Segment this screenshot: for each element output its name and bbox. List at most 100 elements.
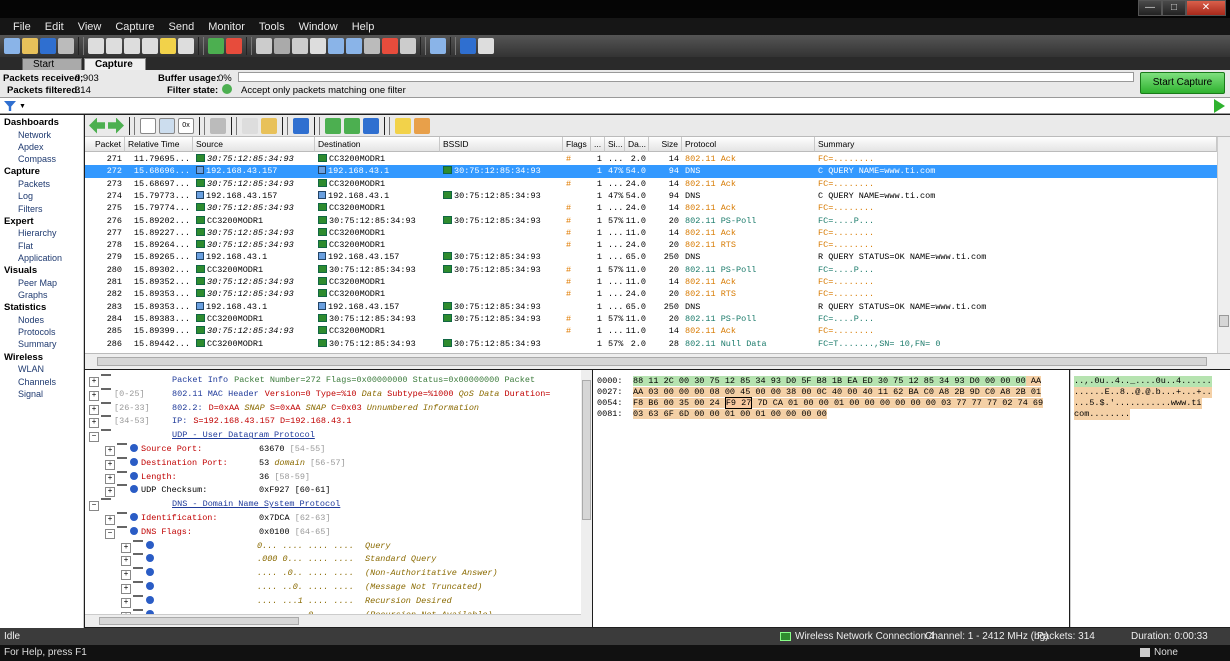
wrench-icon[interactable] bbox=[274, 38, 290, 54]
column-header-6[interactable]: ... bbox=[591, 137, 605, 152]
decode-line[interactable]: + .... ...1 .... .... Recursion Desired bbox=[89, 594, 452, 608]
decode-line[interactable]: − UDP - User Datagram Protocol bbox=[89, 429, 315, 443]
decode-line[interactable]: + Length: 36 [58-59] bbox=[89, 470, 310, 484]
expand-icon[interactable]: + bbox=[89, 404, 99, 415]
collapse-icon[interactable]: − bbox=[89, 432, 99, 443]
expand-icon[interactable]: + bbox=[89, 377, 99, 387]
decode-view-icon[interactable] bbox=[159, 117, 175, 134]
decode-line[interactable]: +0... .... .... .... Query bbox=[89, 539, 391, 553]
options-icon[interactable] bbox=[400, 38, 416, 54]
column-header-4[interactable]: BSSID bbox=[440, 137, 563, 152]
nav-item-flat[interactable]: Flat bbox=[18, 241, 33, 251]
decode-horizontal-scrollbar[interactable] bbox=[85, 614, 581, 627]
table-row[interactable]: 277 15.89227... 30:75:12:85:34:93 CC3200MOD… bbox=[85, 227, 1217, 239]
wireless-icon[interactable] bbox=[382, 38, 398, 54]
table-row[interactable]: 272 15.68696... 192.168.43.157 192.168.43.1… bbox=[85, 165, 1217, 178]
collapse-icon[interactable]: − bbox=[89, 501, 99, 512]
print-icon[interactable] bbox=[58, 38, 74, 54]
minimize-icon[interactable]: — bbox=[1138, 0, 1162, 16]
hex-line[interactable]: 0081: 03 63 6F 6D 00 00 01 00 01 00 00 00… bbox=[597, 409, 827, 420]
tab-start-page[interactable]: Start Page bbox=[22, 58, 82, 81]
network-icon[interactable] bbox=[208, 38, 224, 54]
column-header-2[interactable]: Source bbox=[193, 137, 315, 152]
decode-line[interactable]: − DNS - Domain Name System Protocol bbox=[89, 498, 340, 512]
folder-icon[interactable] bbox=[22, 38, 38, 54]
layout-icon[interactable] bbox=[430, 38, 446, 54]
expand-icon[interactable]: + bbox=[121, 542, 131, 553]
menu-monitor[interactable]: Monitor bbox=[201, 21, 252, 33]
expand-icon[interactable]: + bbox=[121, 597, 131, 608]
table-row[interactable]: 283 15.89353... 192.168.43.1 192.168.43.157… bbox=[85, 301, 1217, 313]
filter-icon[interactable] bbox=[142, 38, 158, 54]
context-help-icon[interactable] bbox=[478, 38, 494, 54]
decode-line[interactable]: + UDP Checksum: 0xF927 [60-61] bbox=[89, 484, 330, 498]
column-header-3[interactable]: Destination bbox=[315, 137, 440, 152]
column-header-1[interactable]: Relative Time bbox=[125, 137, 193, 152]
hex-line[interactable]: 0054: F8 B6 00 35 00 24 F9 27 7D CA 01 00… bbox=[597, 397, 1044, 409]
nav-item-channels[interactable]: Channels bbox=[18, 377, 56, 387]
table-row[interactable]: 280 15.89302... CC3200MODR1 30:75:12:85:34:… bbox=[85, 264, 1217, 276]
nav-item-log[interactable]: Log bbox=[18, 191, 33, 201]
open-icon[interactable] bbox=[4, 38, 20, 54]
packet-list-vertical-scrollbar[interactable] bbox=[1217, 137, 1230, 353]
nav-item-summary[interactable]: Summary bbox=[18, 339, 57, 349]
table-row[interactable]: 274 15.79773... 192.168.43.157 192.168.43.1… bbox=[85, 190, 1217, 202]
scroll-thumb[interactable] bbox=[1219, 315, 1229, 327]
expand-icon[interactable]: + bbox=[105, 446, 115, 456]
log-icon[interactable] bbox=[124, 38, 140, 54]
ascii-line[interactable]: ...5.$.'...........www.ti bbox=[1074, 398, 1202, 409]
nav-item-wlan[interactable]: WLAN bbox=[18, 364, 44, 374]
table-row[interactable]: 279 15.89265... 192.168.43.1 192.168.43.157… bbox=[85, 251, 1217, 263]
decode-line[interactable]: + .... .0.. .... .... (Non-Authoritative A… bbox=[89, 567, 498, 581]
hex-view-icon[interactable]: 0x bbox=[178, 117, 194, 134]
menu-edit[interactable]: Edit bbox=[38, 21, 71, 33]
table-row[interactable]: 282 15.89353... 30:75:12:85:34:93 CC3200MOD… bbox=[85, 288, 1217, 300]
capture-icon[interactable] bbox=[210, 117, 226, 134]
alarm-icon[interactable] bbox=[160, 38, 176, 54]
nav-item-peer-map[interactable]: Peer Map bbox=[18, 278, 57, 288]
decode-line[interactable]: + [26-33] 802.2: D=0xAA SNAP S=0xAA SNAP C=… bbox=[89, 401, 479, 415]
table-row[interactable]: 275 15.79774... 30:75:12:85:34:93 CC3200MOD… bbox=[85, 202, 1217, 214]
column-header-5[interactable]: Flags bbox=[563, 137, 591, 152]
table-row[interactable]: 273 15.68697... 30:75:12:85:34:93 CC3200MOD… bbox=[85, 178, 1217, 190]
decode-line[interactable]: + Destination Port: 53 domain [56-57] bbox=[89, 456, 346, 470]
table-row[interactable]: 284 15.89383... CC3200MODR1 30:75:12:85:34:… bbox=[85, 313, 1217, 325]
nav-item-packets[interactable]: Packets bbox=[18, 179, 50, 189]
tools-icon[interactable] bbox=[256, 38, 272, 54]
menu-window[interactable]: Window bbox=[292, 21, 345, 33]
nav-item-application[interactable]: Application bbox=[18, 253, 62, 263]
menu-view[interactable]: View bbox=[71, 21, 109, 33]
ascii-line[interactable]: ......E..8..@.@.b...+...+.. bbox=[1074, 387, 1212, 398]
scroll-thumb[interactable] bbox=[97, 357, 1207, 366]
filter-input[interactable] bbox=[30, 99, 1212, 112]
close-icon[interactable]: ✕ bbox=[1186, 0, 1226, 16]
column-header-7[interactable]: Si... bbox=[605, 137, 625, 152]
insert-filter-icon[interactable] bbox=[325, 117, 341, 134]
start-capture-button[interactable]: Start Capture bbox=[1140, 72, 1225, 94]
nav-item-network[interactable]: Network bbox=[18, 130, 51, 140]
decode-line[interactable]: + .000 0... .... .... Standard Query bbox=[89, 553, 436, 567]
menu-send[interactable]: Send bbox=[162, 21, 202, 33]
nav-item-nodes[interactable]: Nodes bbox=[18, 315, 44, 325]
collapse-icon[interactable]: − bbox=[105, 528, 115, 539]
column-header-10[interactable]: Protocol bbox=[682, 137, 815, 152]
nav-item-graphs[interactable]: Graphs bbox=[18, 290, 48, 300]
ping-icon[interactable] bbox=[292, 38, 308, 54]
decode-line[interactable]: + [34-53] IP: S=192.168.43.157 D=192.168.43… bbox=[89, 415, 351, 429]
table-row[interactable]: 286 15.89442... CC3200MODR1 30:75:12:85:34:… bbox=[85, 338, 1217, 350]
expand-icon[interactable]: + bbox=[105, 473, 115, 484]
menu-help[interactable]: Help bbox=[345, 21, 382, 33]
ascii-line[interactable]: com........ bbox=[1074, 409, 1131, 420]
nav-item-filters[interactable]: Filters bbox=[18, 204, 43, 214]
decode-line[interactable]: − DNS Flags: 0x0100 [64-65] bbox=[89, 525, 330, 539]
help-icon[interactable] bbox=[460, 38, 476, 54]
expand-icon[interactable]: + bbox=[121, 570, 131, 581]
table-row[interactable]: 271 11.79695... 30:75:12:85:34:93 CC3200MOD… bbox=[85, 153, 1217, 165]
decode-line[interactable]: + Packet Info Packet Number=272 Flags=0x00… bbox=[89, 374, 535, 387]
table-row[interactable]: 285 15.89399... 30:75:12:85:34:93 CC3200MOD… bbox=[85, 325, 1217, 337]
edit-icon[interactable] bbox=[395, 117, 411, 134]
filter-funnel-icon[interactable] bbox=[4, 101, 16, 111]
report-icon[interactable] bbox=[178, 38, 194, 54]
monitor-icon[interactable] bbox=[226, 38, 242, 54]
decode-line[interactable]: + Identification: 0x7DCA [62-63] bbox=[89, 512, 330, 525]
